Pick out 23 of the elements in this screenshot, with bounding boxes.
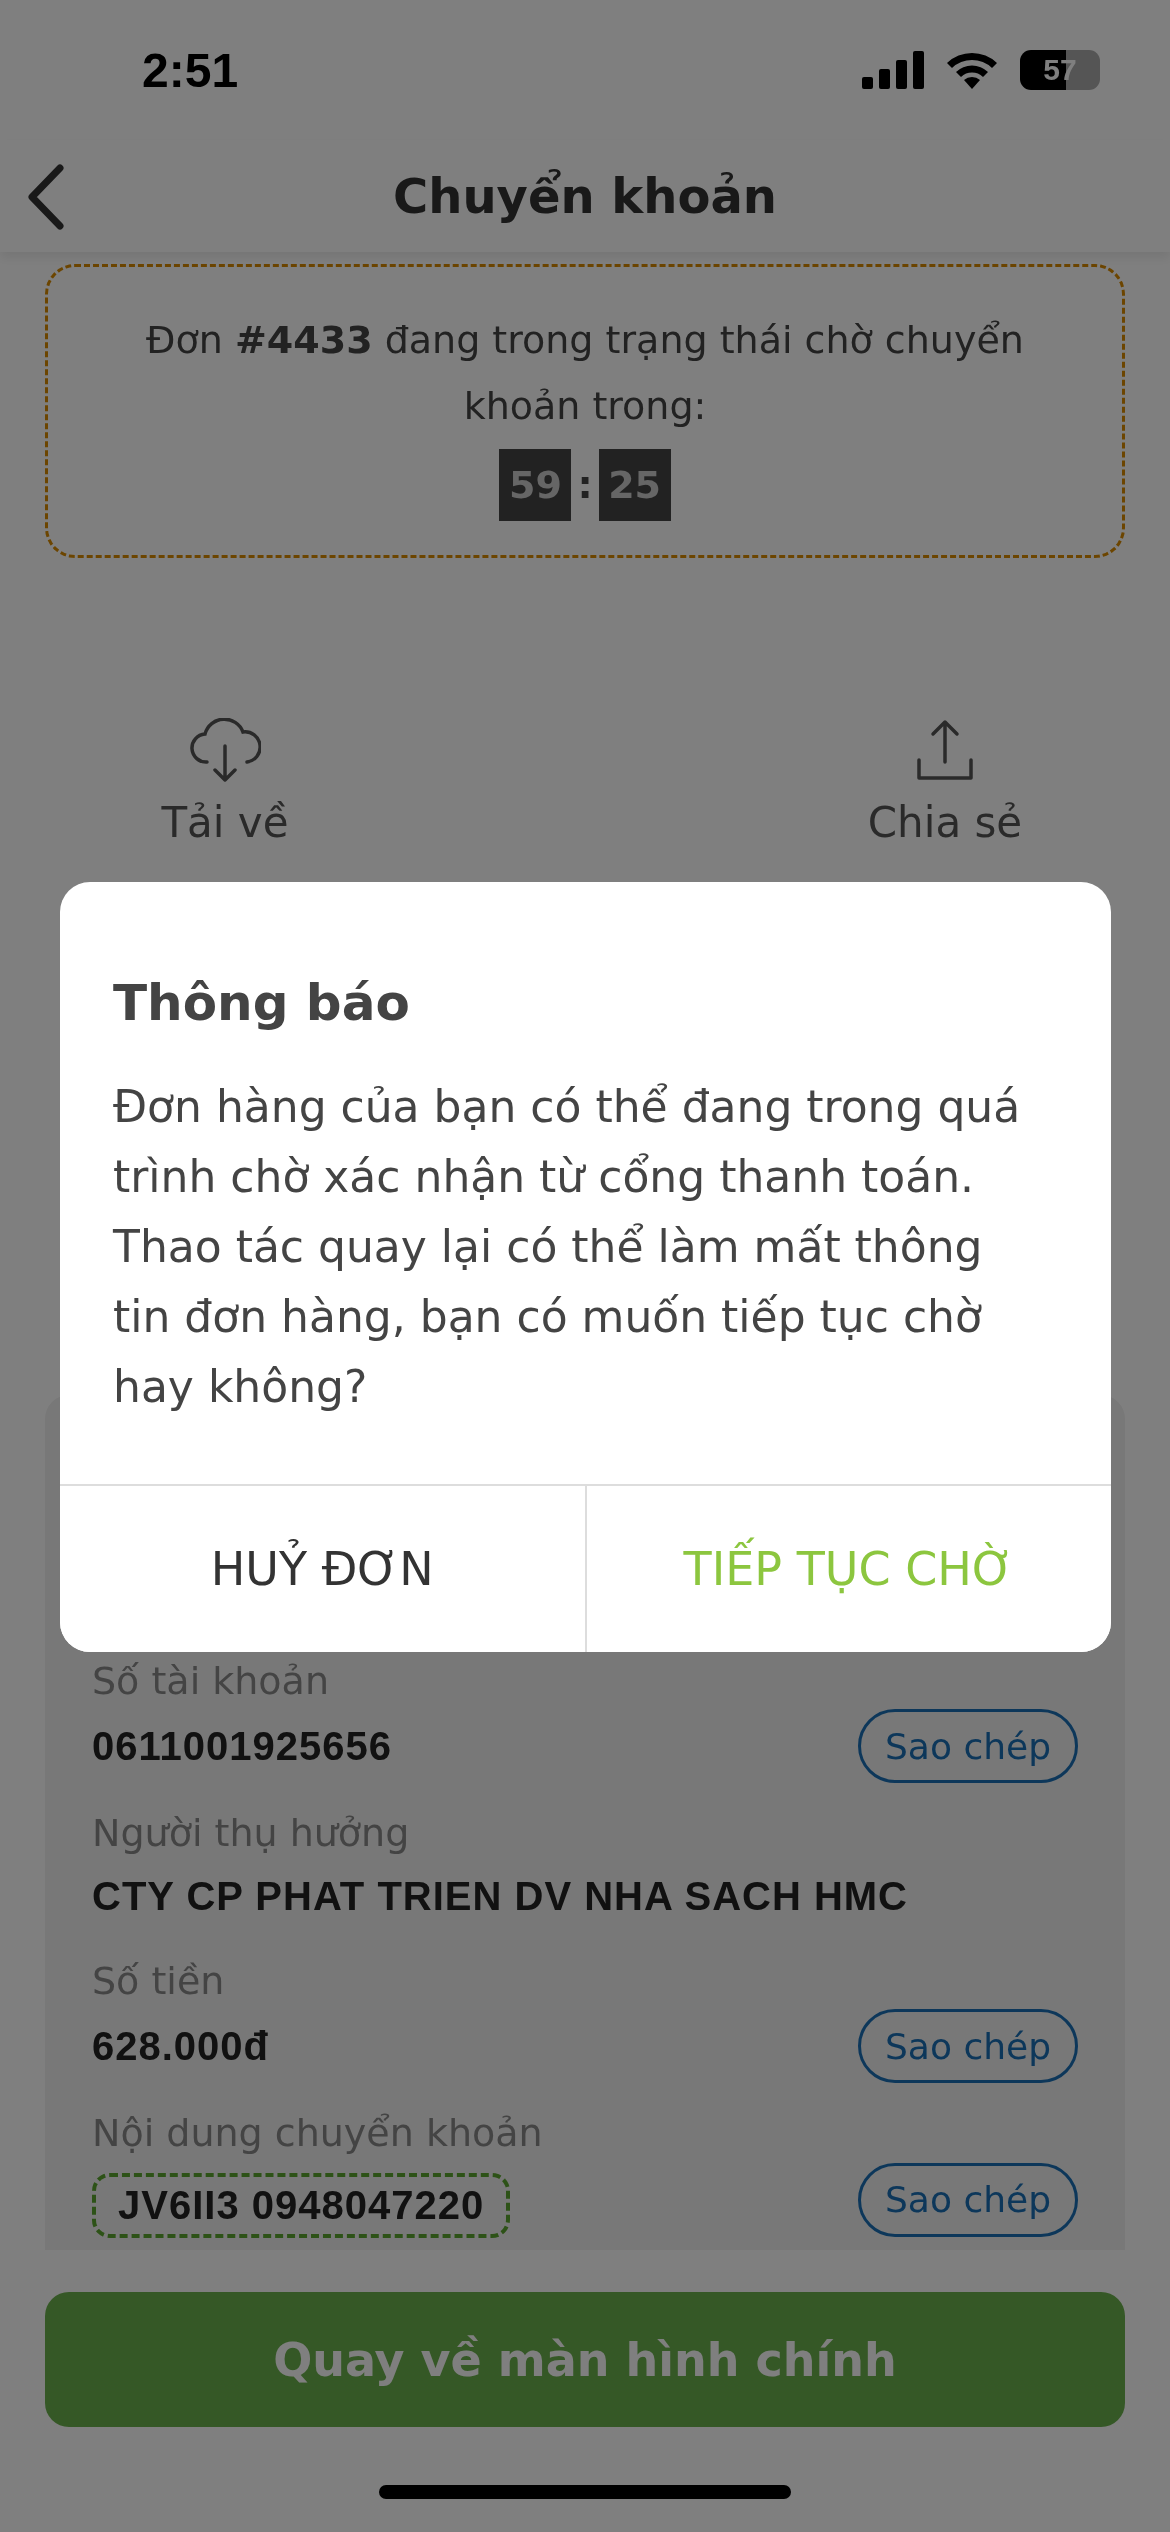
- countdown-box: 25: [598, 449, 671, 521]
- transfer-code: JV6II3 0948047220: [92, 2173, 511, 2238]
- wifi-icon: [946, 51, 998, 89]
- home-button[interactable]: Quay về màn hình chính: [45, 2292, 1125, 2427]
- action-link[interactable]: Chia sẻ: [867, 798, 1023, 847]
- back-icon[interactable]: [26, 164, 66, 230]
- timer-separator: :: [577, 463, 593, 507]
- dialog-title: Thông báo: [113, 974, 411, 1032]
- countdown-box: 59: [499, 449, 572, 521]
- cancel-order-button[interactable]: HUỶ ĐƠN: [60, 1486, 587, 1652]
- cloud-download-icon: [189, 718, 261, 784]
- copy-button[interactable]: Sao chép: [858, 2009, 1078, 2083]
- dialog-message: Đơn hàng của bạn có thể đang trong quá trình chờ xác nhận từ cổng thanh toán. Thao tác quay lại có thể làm mất thông tin đơn hàng, bạn có muốn tiếp tục chờ hay không?: [113, 1080, 1022, 1414]
- screen-title: Chuyển khoản: [393, 168, 777, 224]
- field-value: CTY CP PHAT TRIEN DV NHA SACH HMC: [92, 1873, 908, 1919]
- action-link[interactable]: Tải về: [161, 798, 289, 847]
- order-status-text: Đơn #4433 đang trong trạng thái chờ chuyển khoản trong:: [145, 317, 1025, 430]
- signal-icon: [862, 51, 924, 89]
- status-time: 2:51: [142, 42, 239, 98]
- copy-button[interactable]: Sao chép: [858, 1709, 1078, 1783]
- copy-button[interactable]: Sao chép: [858, 2162, 1078, 2237]
- field-value: 628.000đ: [92, 2023, 270, 2069]
- field-value: 0611001925656: [92, 1723, 392, 1769]
